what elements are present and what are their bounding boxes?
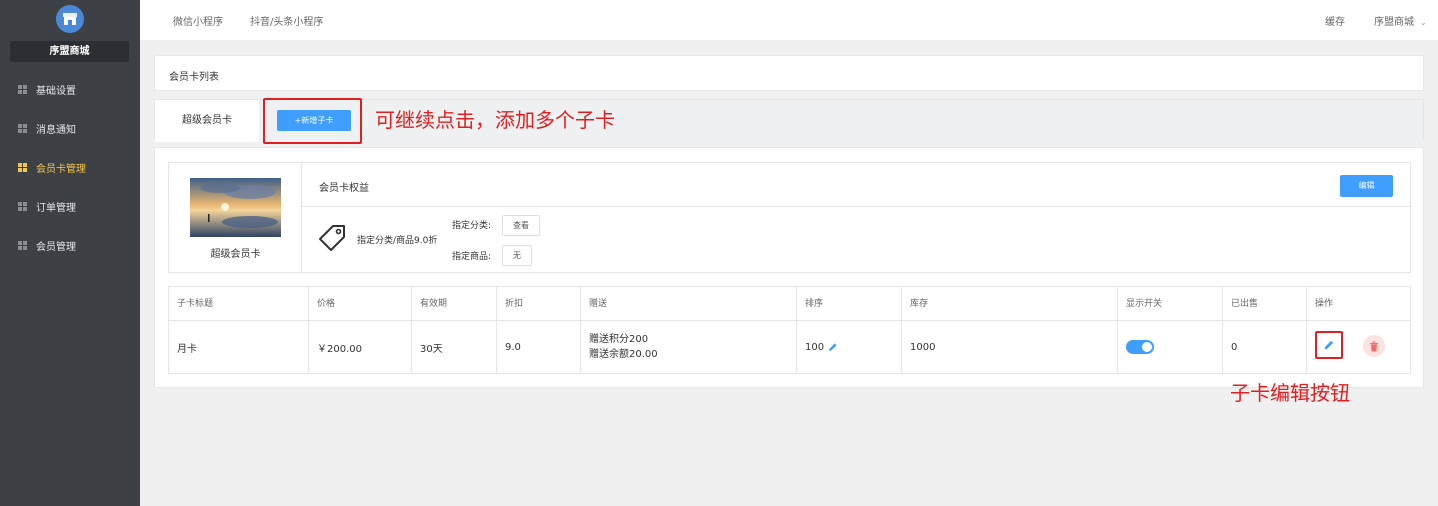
cell-gift: 赠送积分200 赠送余额20.00 xyxy=(581,321,797,373)
card-cover-image xyxy=(190,178,281,237)
trash-icon xyxy=(1370,341,1378,351)
sidebar-item-label: 消息通知 xyxy=(36,125,76,136)
sidebar: 序盟商城 基础设置 消息通知 会员卡管理 订单管理 会员管理 xyxy=(0,0,140,506)
tab-wechat-miniprogram[interactable]: 微信小程序 xyxy=(173,13,223,28)
gift-lines: 赠送积分200 赠送余额20.00 xyxy=(589,332,658,362)
annotation-edit-button: 子卡编辑按钮 xyxy=(1230,381,1350,405)
cell-title: 月卡 xyxy=(169,321,309,373)
grid-icon xyxy=(18,163,27,172)
rights-header: 会员卡权益 编辑 xyxy=(302,163,1410,207)
edit-subcard-button[interactable] xyxy=(1315,331,1343,359)
sidebar-item-label: 会员卡管理 xyxy=(36,164,86,175)
sidebar-item-basic-settings[interactable]: 基础设置 xyxy=(0,70,140,109)
cache-link[interactable]: 缓存 xyxy=(1325,13,1345,28)
page-title: 会员卡列表 xyxy=(169,72,219,83)
top-bar: 微信小程序 抖音/头条小程序 缓存 序盟商城 ⌄ xyxy=(140,0,1438,40)
table-row: 月卡 ￥200.00 30天 9.0 赠送积分200 赠送余额20.00 100… xyxy=(169,321,1410,373)
sidebar-nav: 基础设置 消息通知 会员卡管理 订单管理 会员管理 xyxy=(0,70,140,265)
tab-super-member-card[interactable]: 超级会员卡 xyxy=(155,100,259,142)
cell-price: ￥200.00 xyxy=(309,321,412,373)
goods-label: 指定商品: xyxy=(452,252,492,262)
col-visible: 显示开关 xyxy=(1118,287,1223,320)
cell-sort: 100 xyxy=(797,321,902,373)
pencil-icon xyxy=(1324,340,1334,350)
sidebar-header: 序盟商城 xyxy=(0,0,140,70)
cell-discount: 9.0 xyxy=(497,321,581,373)
subcard-table: 子卡标题 价格 有效期 折扣 赠送 排序 库存 显示开关 已出售 操作 月卡 ￥… xyxy=(168,286,1411,374)
col-actions: 操作 xyxy=(1315,299,1334,309)
cell-visible xyxy=(1118,321,1223,373)
col-price: 价格 xyxy=(309,287,412,320)
gift-balance: 赠送余额20.00 xyxy=(589,349,658,360)
tag-icon xyxy=(319,225,345,251)
store-logo-icon xyxy=(56,5,84,33)
category-label: 指定分类: xyxy=(452,221,492,231)
sidebar-item-label: 基础设置 xyxy=(36,86,76,97)
pencil-icon[interactable] xyxy=(828,342,838,352)
col-validity: 有效期 xyxy=(412,287,497,320)
goods-none-button[interactable]: 无 xyxy=(502,245,532,266)
sidebar-item-membership-cards[interactable]: 会员卡管理 xyxy=(0,148,140,187)
grid-icon xyxy=(18,85,27,94)
sidebar-item-label: 会员管理 xyxy=(36,242,76,253)
view-category-button[interactable]: 查看 xyxy=(502,215,540,236)
grid-icon xyxy=(18,241,27,250)
sidebar-item-label: 订单管理 xyxy=(36,203,76,214)
account-menu[interactable]: 序盟商城 ⌄ xyxy=(1374,13,1427,28)
cell-validity: 30天 xyxy=(412,321,497,373)
brand-name: 序盟商城 xyxy=(10,41,129,62)
table-header: 子卡标题 价格 有效期 折扣 赠送 排序 库存 显示开关 已出售 操作 xyxy=(169,287,1410,321)
highlight-box xyxy=(263,98,362,144)
account-name: 序盟商城 xyxy=(1374,17,1414,28)
sidebar-item-members[interactable]: 会员管理 xyxy=(0,226,140,265)
col-gift: 赠送 xyxy=(581,287,797,320)
col-sort: 排序 xyxy=(797,287,902,320)
sidebar-item-notifications[interactable]: 消息通知 xyxy=(0,109,140,148)
panel-header: 会员卡列表 xyxy=(154,55,1424,91)
delete-subcard-button[interactable] xyxy=(1363,335,1385,357)
annotation-add-subcard: 可继续点击，添加多个子卡 xyxy=(375,108,615,132)
col-title: 子卡标题 xyxy=(169,287,309,320)
gift-points: 赠送积分200 xyxy=(589,334,649,345)
chevron-down-icon: ⌄ xyxy=(1420,18,1427,27)
card-name: 超级会员卡 xyxy=(210,249,261,260)
discount-text: 指定分类/商品9.0折 xyxy=(357,236,438,246)
cell-stock: 1000 xyxy=(902,321,1118,373)
cell-sold: 0 xyxy=(1223,321,1307,373)
card-info: 超级会员卡 会员卡权益 编辑 指定分类/商品9.0折 指定分类: 查看 指定商品… xyxy=(168,162,1411,273)
grid-icon xyxy=(18,124,27,133)
edit-rights-button[interactable]: 编辑 xyxy=(1340,175,1393,197)
tab-douyin-miniprogram[interactable]: 抖音/头条小程序 xyxy=(250,13,323,28)
sidebar-item-orders[interactable]: 订单管理 xyxy=(0,187,140,226)
sort-value: 100 xyxy=(805,341,825,353)
card-preview: 超级会员卡 xyxy=(169,163,302,272)
col-sold: 已出售 xyxy=(1223,287,1307,320)
rights-title: 会员卡权益 xyxy=(319,183,369,194)
col-discount: 折扣 xyxy=(497,287,581,320)
col-stock: 库存 xyxy=(902,287,1118,320)
visibility-toggle[interactable] xyxy=(1126,340,1154,354)
grid-icon xyxy=(18,202,27,211)
